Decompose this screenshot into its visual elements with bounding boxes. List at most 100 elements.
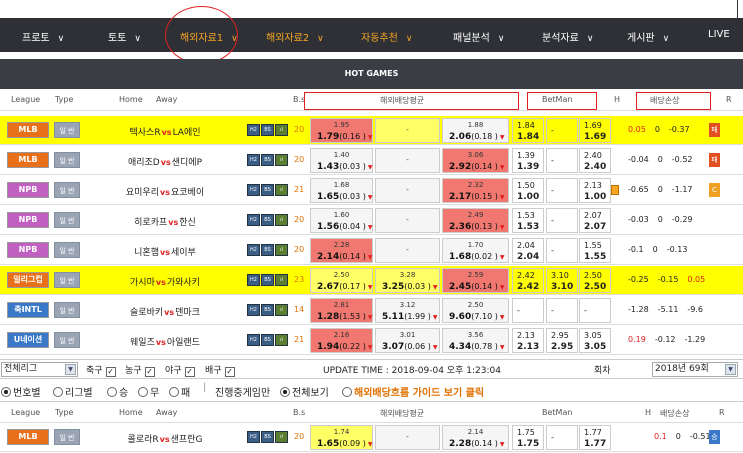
match-teams[interactable]: 니혼햄vs세이부 [90, 245, 240, 258]
nav-item-4[interactable]: 자동추천 ∨ [361, 29, 412, 44]
live-only-label[interactable]: 진행중게임만 [215, 384, 270, 399]
league-badge[interactable]: NPB [7, 242, 49, 258]
odds-cell[interactable]: - [375, 148, 440, 173]
chart-icon[interactable]: ıl [275, 244, 288, 256]
betman-open: 1.39 [517, 151, 535, 160]
nav-item-7[interactable]: 게시판 ∨ [627, 29, 669, 44]
nav-item-6[interactable]: 분석자료 ∨ [542, 29, 593, 44]
match-teams[interactable]: 슬로바키vs덴마크 [90, 305, 240, 318]
bs-icon[interactable]: BS [261, 274, 274, 286]
chart-icon[interactable]: ıl [275, 431, 288, 443]
h2h-icon[interactable]: H2 [247, 244, 260, 256]
radio-by-number[interactable]: 번호별 [1, 384, 41, 399]
odds-cell[interactable]: 3.06 2.92(0.14 ) ▼ [442, 148, 509, 173]
odds-cell[interactable]: - [375, 425, 440, 450]
match-teams[interactable]: 요미우리vs요코베이 [90, 185, 240, 198]
home-team: 요미우리 [125, 188, 159, 198]
odds-cell[interactable]: 1.70 1.68(0.02 ) ▼ [442, 238, 509, 263]
radio-guide[interactable]: 해외배당흐름 가이드 보기 클릭 [342, 384, 484, 399]
chart-icon[interactable]: ıl [275, 334, 288, 346]
odds-cell[interactable]: 3.12 5.11(1.99 ) ▼ [375, 298, 440, 323]
nav-item-label: 자동추천 [361, 33, 398, 44]
bs-icon[interactable]: BS [261, 304, 274, 316]
chart-icon[interactable]: ıl [275, 304, 288, 316]
odds-cell[interactable]: 2.49 2.36(0.13 ) ▼ [442, 208, 509, 233]
odds-cell[interactable]: 2.32 2.17(0.15 ) ▼ [442, 178, 509, 203]
h2h-icon[interactable]: H2 [247, 184, 260, 196]
chart-icon[interactable]: ıl [275, 274, 288, 286]
odds-cell[interactable]: 2.81 1.28(1.53 ) ▼ [310, 298, 373, 323]
betman-cell: 2.95 2.95 [546, 328, 578, 353]
bs-icon[interactable]: BS [261, 184, 274, 196]
odds-cell[interactable]: 1.95 1.79(0.16 ) ▼ [310, 118, 373, 143]
odds-cell[interactable]: 3.01 3.07(0.06 ) ▼ [375, 328, 440, 353]
odds-cell[interactable]: 3.56 4.34(0.78 ) ▼ [442, 328, 509, 353]
check-baseball[interactable]: 야구 ✓ [165, 363, 195, 377]
nav-item-0[interactable]: 프로토 ∨ [22, 29, 64, 44]
league-badge[interactable]: NPB [7, 182, 49, 198]
league-badge[interactable]: U네이션 [7, 332, 49, 348]
chart-icon[interactable]: ıl [275, 214, 288, 226]
radio-draw[interactable]: 무 [138, 384, 159, 399]
bs-icon[interactable]: BS [261, 244, 274, 256]
chart-icon[interactable]: ıl [275, 154, 288, 166]
match-teams[interactable]: 애리조Dvs샌디에P [90, 155, 240, 168]
betman-open: 1.55 [584, 241, 602, 250]
league-select[interactable]: 전체리그 ▼ [1, 362, 78, 377]
match-teams[interactable]: 웨일즈vs아일랜드 [90, 335, 240, 348]
bs-icon[interactable]: BS [261, 154, 274, 166]
odds-cell[interactable]: - [375, 178, 440, 203]
chart-icon[interactable]: ıl [275, 184, 288, 196]
nav-item-8[interactable]: LIVE [708, 29, 730, 40]
match-teams[interactable]: 가시마vs가와사키 [90, 275, 240, 288]
h2h-icon[interactable]: H2 [247, 431, 260, 443]
check-soccer[interactable]: 축구 ✓ [86, 363, 116, 377]
h2h-icon[interactable]: H2 [247, 334, 260, 346]
league-badge[interactable]: MLB [7, 429, 49, 445]
odds-cell[interactable]: 2.50 9.60(7.10 ) ▼ [442, 298, 509, 323]
odds-cell[interactable]: 1.60 1.56(0.04 ) ▼ [310, 208, 373, 233]
bs-icon[interactable]: BS [261, 124, 274, 136]
match-teams[interactable]: 텍사스RvsLA에인 [90, 125, 240, 138]
radio-show-all[interactable]: 전체보기 [280, 384, 329, 399]
h2h-icon[interactable]: H2 [247, 304, 260, 316]
league-badge[interactable]: 축INTL [7, 302, 49, 318]
h2h-icon[interactable]: H2 [247, 214, 260, 226]
radio-win[interactable]: 승 [107, 384, 128, 399]
odds-cell[interactable]: 3.28 3.25(0.03 ) ▼ [375, 268, 440, 293]
chart-icon[interactable]: ıl [275, 124, 288, 136]
h2h-icon[interactable]: H2 [247, 274, 260, 286]
round-select[interactable]: 2018년 69회 ▼ [652, 362, 738, 377]
check-basketball[interactable]: 농구 ✓ [125, 363, 155, 377]
nav-item-5[interactable]: 패널분석 ∨ [453, 29, 504, 44]
odds-cell[interactable]: - [375, 238, 440, 263]
odds-cell[interactable]: 2.14 2.28(0.14 ) ▼ [442, 425, 509, 450]
check-volleyball[interactable]: 배구 ✓ [205, 363, 235, 377]
odds-cell[interactable]: - [375, 208, 440, 233]
odds-cell[interactable]: 2.28 2.14(0.14 ) ▼ [310, 238, 373, 263]
bs-icon[interactable]: BS [261, 431, 274, 443]
match-teams[interactable]: 히로카프vs한신 [90, 215, 240, 228]
league-badge[interactable]: MLB [7, 152, 49, 168]
odds-cell[interactable]: 1.68 1.65(0.03 ) ▼ [310, 178, 373, 203]
h2h-icon[interactable]: H2 [247, 154, 260, 166]
odds-cell[interactable]: 1.40 1.43(0.03 ) ▼ [310, 148, 373, 173]
nav-item-3[interactable]: 해외자료2 ∨ [266, 29, 324, 44]
bs-icon[interactable]: BS [261, 214, 274, 226]
odds-cell[interactable]: - [375, 118, 440, 143]
match-teams[interactable]: 콜로라Rvs샌프란G [90, 432, 240, 445]
odds-cell[interactable]: 2.59 2.45(0.14 ) ▼ [442, 268, 509, 293]
league-badge[interactable]: MLB [7, 122, 49, 138]
league-badge[interactable]: NPB [7, 212, 49, 228]
odds-cell[interactable]: 2.50 2.67(0.17 ) ▼ [310, 268, 373, 293]
odds-cell[interactable]: 2.16 1.94(0.22 ) ▼ [310, 328, 373, 353]
odds-cell[interactable]: 1.88 2.06(0.18 ) ▼ [442, 118, 509, 143]
h2h-icon[interactable]: H2 [247, 124, 260, 136]
radio-lose[interactable]: 패 [169, 384, 190, 399]
nav-item-1[interactable]: 토토 ∨ [108, 29, 141, 44]
odds-cell[interactable]: 1.74 1.65(0.09 ) ▼ [310, 425, 373, 450]
bs-icon[interactable]: BS [261, 334, 274, 346]
league-badge[interactable]: 일리그컵 [7, 272, 49, 288]
betman-open: - [584, 306, 587, 315]
radio-by-league[interactable]: 리그별 [53, 384, 93, 399]
